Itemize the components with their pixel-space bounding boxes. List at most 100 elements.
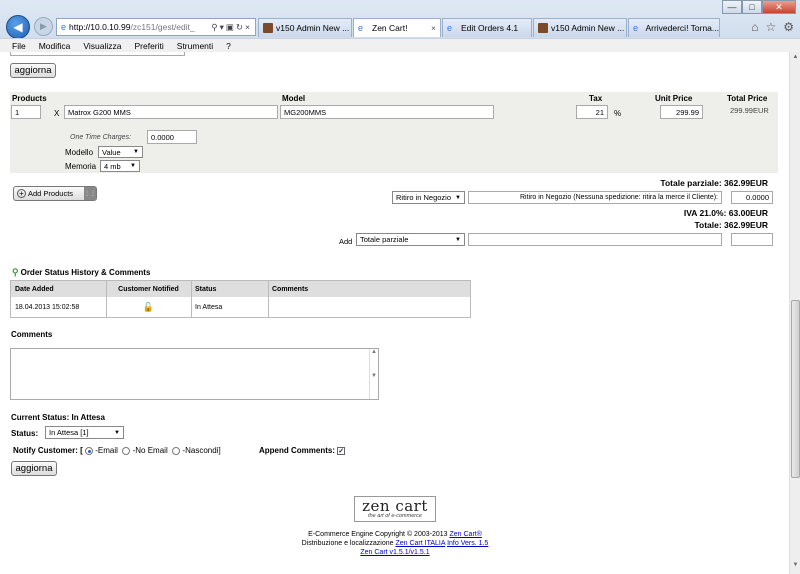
add-total-title-input[interactable] <box>468 233 722 246</box>
attr-select-modello[interactable]: Value ▼ <box>98 146 143 158</box>
zen-cart-logo: zen cart the art of e-commerce <box>354 496 436 522</box>
total-label: Totale: <box>694 220 722 230</box>
one-time-charges-input[interactable]: 0.0000 <box>147 130 197 144</box>
tab-label: Arrivederci! Torna... <box>645 23 719 33</box>
tax-input[interactable]: 21 <box>576 105 608 119</box>
arrow-left-icon: ◀ <box>13 20 23 34</box>
products-table: Products Model Tax Unit Price Total Pric… <box>10 92 778 173</box>
append-comments-checkbox[interactable]: ✓ <box>337 446 346 455</box>
close-window-button[interactable]: ✕ <box>762 0 796 14</box>
add-products-label: Add Products <box>28 189 74 198</box>
tax-unit: % <box>614 109 622 118</box>
scroll-up-icon[interactable]: ▲ <box>790 54 800 64</box>
attr-select-memoria[interactable]: 4 mb ▼ <box>100 160 140 172</box>
header-unit-price: Unit Price <box>655 94 693 103</box>
tab-label: Edit Orders 4.1 <box>461 23 519 33</box>
minimize-button[interactable]: — <box>722 0 742 14</box>
update-button-bottom[interactable]: aggiorna <box>11 461 57 476</box>
notify-row: Notify Customer: [ -Email -No Email -Nas… <box>13 446 221 455</box>
add-total-select[interactable]: Totale parziale ▼ <box>356 233 465 246</box>
menu-visualizza[interactable]: Visualizza <box>83 41 121 51</box>
select-value: Ritiro in Negozio <box>396 193 452 202</box>
zencart-favicon-icon <box>538 23 548 33</box>
comments-textarea[interactable]: ▲ ▼ <box>10 348 379 400</box>
history-header-status: Status <box>195 285 217 293</box>
gear-icon[interactable]: ⚙ <box>783 20 794 34</box>
footer: E-Commerce Engine Copyright © 2003-2013 … <box>200 530 590 557</box>
add-products-button[interactable]: + Add Products ⋮⋮ <box>13 186 97 201</box>
address-controls-icon[interactable]: ⚲▾▣↻× <box>211 22 255 33</box>
page-scrollbar[interactable]: ▲ ▼ <box>789 52 800 574</box>
back-button[interactable]: ◀ <box>6 15 30 39</box>
address-bar[interactable]: e http://10.0.10.99 /zc151/gest/edit_ ⚲▾… <box>56 18 256 36</box>
select-value: Value <box>102 147 121 157</box>
add-total-value-input[interactable] <box>731 233 773 246</box>
footer-link-info[interactable]: Info Vers. 1.5 <box>447 540 488 547</box>
maximize-button[interactable]: □ <box>742 0 762 14</box>
tab-label: v150 Admin New ... <box>276 23 350 33</box>
menu-modifica[interactable]: Modifica <box>39 41 71 51</box>
total-price-value: 299.99EUR <box>730 106 769 115</box>
footer-link-version[interactable]: Zen Cart v1.5.1/v1.5.1 <box>360 549 429 556</box>
scrollbar-thumb[interactable] <box>791 300 800 478</box>
history-header-notified: Customer Notified <box>118 285 179 293</box>
unit-price-input[interactable]: 299.99 <box>660 105 703 119</box>
chevron-down-icon: ▼ <box>455 236 461 243</box>
header-products: Products <box>12 94 47 103</box>
header-model: Model <box>282 94 306 103</box>
footer-line-2: Distribuzione e localizzazione Zen Cart … <box>200 539 590 548</box>
ie-icon: e <box>447 23 453 33</box>
footer-line-3: Zen Cart v1.5.1/v1.5.1 <box>200 548 590 557</box>
qty-input[interactable]: 1 <box>11 105 41 119</box>
tab-v150-admin-1[interactable]: v150 Admin New ... <box>258 18 352 37</box>
product-name-input[interactable]: Matrox G200 MMS <box>64 105 278 119</box>
shipping-method-select[interactable]: Ritiro in Negozio ▼ <box>392 191 465 204</box>
model-input[interactable]: MG200MMS <box>280 105 494 119</box>
close-icon[interactable]: × <box>431 23 436 33</box>
subtotal-value: 362.99EUR <box>724 178 768 188</box>
select-value: In Attesa [1] <box>49 428 89 437</box>
history-header-date: Date Added <box>15 285 54 293</box>
browser-toolbar-icons: ⌂ ☆ ⚙ <box>751 20 794 34</box>
menu-help[interactable]: ? <box>226 41 231 51</box>
ie-icon: e <box>358 23 364 33</box>
radio-hide[interactable] <box>172 446 181 455</box>
textarea-scrollbar[interactable]: ▲ ▼ <box>369 349 378 399</box>
comments-label: Comments <box>11 330 53 339</box>
magnifier-icon: ⚲ <box>12 267 19 277</box>
tab-label: Zen Cart! <box>372 23 408 33</box>
radio-no-email[interactable] <box>122 446 131 455</box>
radio-email[interactable] <box>85 446 94 455</box>
chevron-down-icon: ▼ <box>455 194 461 201</box>
menu-file[interactable]: File <box>12 41 26 51</box>
current-status-label: Current Status: <box>11 413 70 422</box>
history-header-comments: Comments <box>272 285 309 293</box>
status-select[interactable]: In Attesa [1] ▼ <box>45 426 124 439</box>
history-title: ⚲ Order Status History & Comments <box>12 267 150 278</box>
history-status: In Attesa <box>195 303 223 311</box>
tab-edit-orders[interactable]: e Edit Orders 4.1 <box>442 18 532 37</box>
forward-button[interactable]: ▶ <box>34 17 53 36</box>
footer-link-zencart[interactable]: Zen Cart® <box>449 531 481 538</box>
shipping-cost-input[interactable]: 0.0000 <box>731 191 773 204</box>
browser-chrome: ◀ ▶ e http://10.0.10.99 /zc151/gest/edit… <box>0 0 800 52</box>
current-status-value: In Attesa <box>71 413 105 422</box>
footer-link-italia[interactable]: Zen Cart ITALIA <box>395 540 445 547</box>
times-sign: X <box>54 109 60 118</box>
update-button-top[interactable]: aggiorna <box>10 63 56 78</box>
plus-circle-icon: + <box>17 189 26 198</box>
tab-v150-admin-2[interactable]: v150 Admin New ... <box>533 18 627 37</box>
menu-strumenti[interactable]: Strumenti <box>177 41 213 51</box>
logo-tagline: the art of e-commerce <box>368 513 422 519</box>
clipped-field <box>10 52 185 56</box>
radio-hide-label: -Nascondi] <box>182 446 221 455</box>
menu-preferiti[interactable]: Preferiti <box>134 41 163 51</box>
shipping-title-input[interactable]: Ritiro in Negozio (Nessuna spedizione: r… <box>468 191 722 204</box>
tab-zen-cart[interactable]: e Zen Cart! × <box>353 18 441 37</box>
history-date: 18.04.2013 15:02:58 <box>15 303 80 311</box>
scroll-down-icon[interactable]: ▼ <box>790 562 800 572</box>
home-icon[interactable]: ⌂ <box>751 20 758 34</box>
tab-arrivederci[interactable]: e Arrivederci! Torna... <box>628 18 720 37</box>
ie-icon: e <box>61 22 67 32</box>
favorites-star-icon[interactable]: ☆ <box>765 20 776 34</box>
